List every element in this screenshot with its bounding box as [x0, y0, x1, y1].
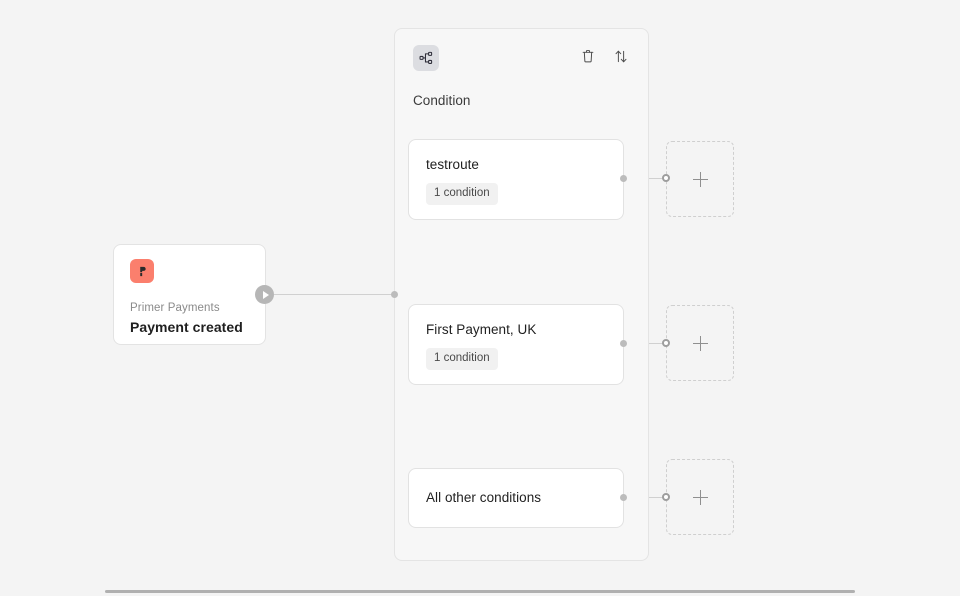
add2-input-dot	[662, 339, 670, 347]
add-step-button[interactable]	[666, 305, 734, 381]
edge-trigger-to-condition	[274, 294, 394, 295]
branch-label: testroute	[426, 157, 479, 172]
trash-icon[interactable]	[579, 47, 597, 65]
branch-condition-icon[interactable]	[413, 45, 439, 71]
branch-card[interactable]: All other conditions	[408, 468, 624, 528]
branch-condition-count-badge: 1 condition	[426, 183, 498, 205]
plus-icon	[692, 335, 708, 351]
add1-input-dot	[662, 174, 670, 182]
branch1-output-dot	[620, 175, 627, 182]
branch-label: All other conditions	[426, 490, 542, 505]
workflow-canvas[interactable]: Primer Payments Payment created Conditio…	[0, 0, 960, 596]
plus-icon	[692, 489, 708, 505]
add3-input-dot	[662, 493, 670, 501]
condition-group-header	[395, 29, 648, 71]
trigger-node-title: Payment created	[130, 319, 243, 335]
condition-group-title: Condition	[413, 93, 471, 108]
branch2-output-dot	[620, 340, 627, 347]
branch-condition-count-badge: 1 condition	[426, 348, 498, 370]
branch3-output-dot	[620, 494, 627, 501]
plus-icon	[692, 171, 708, 187]
edge-endpoint-condition-group	[391, 291, 398, 298]
condition-group-actions	[579, 47, 630, 65]
branch-card[interactable]: testroute 1 condition	[408, 139, 624, 220]
trigger-node-payment-created[interactable]: Primer Payments Payment created	[113, 244, 266, 345]
play-icon[interactable]	[255, 285, 274, 304]
add-step-button[interactable]	[666, 459, 734, 535]
sort-arrows-icon[interactable]	[612, 47, 630, 65]
horizontal-scrollbar-track[interactable]	[0, 585, 960, 596]
branch-label: First Payment, UK	[426, 322, 537, 337]
trigger-node-source: Primer Payments	[130, 302, 220, 314]
primer-logo-icon	[130, 259, 154, 283]
play-triangle	[262, 290, 269, 299]
branch-card[interactable]: First Payment, UK 1 condition	[408, 304, 624, 385]
add-step-button[interactable]	[666, 141, 734, 217]
horizontal-scrollbar-thumb[interactable]	[105, 590, 855, 593]
